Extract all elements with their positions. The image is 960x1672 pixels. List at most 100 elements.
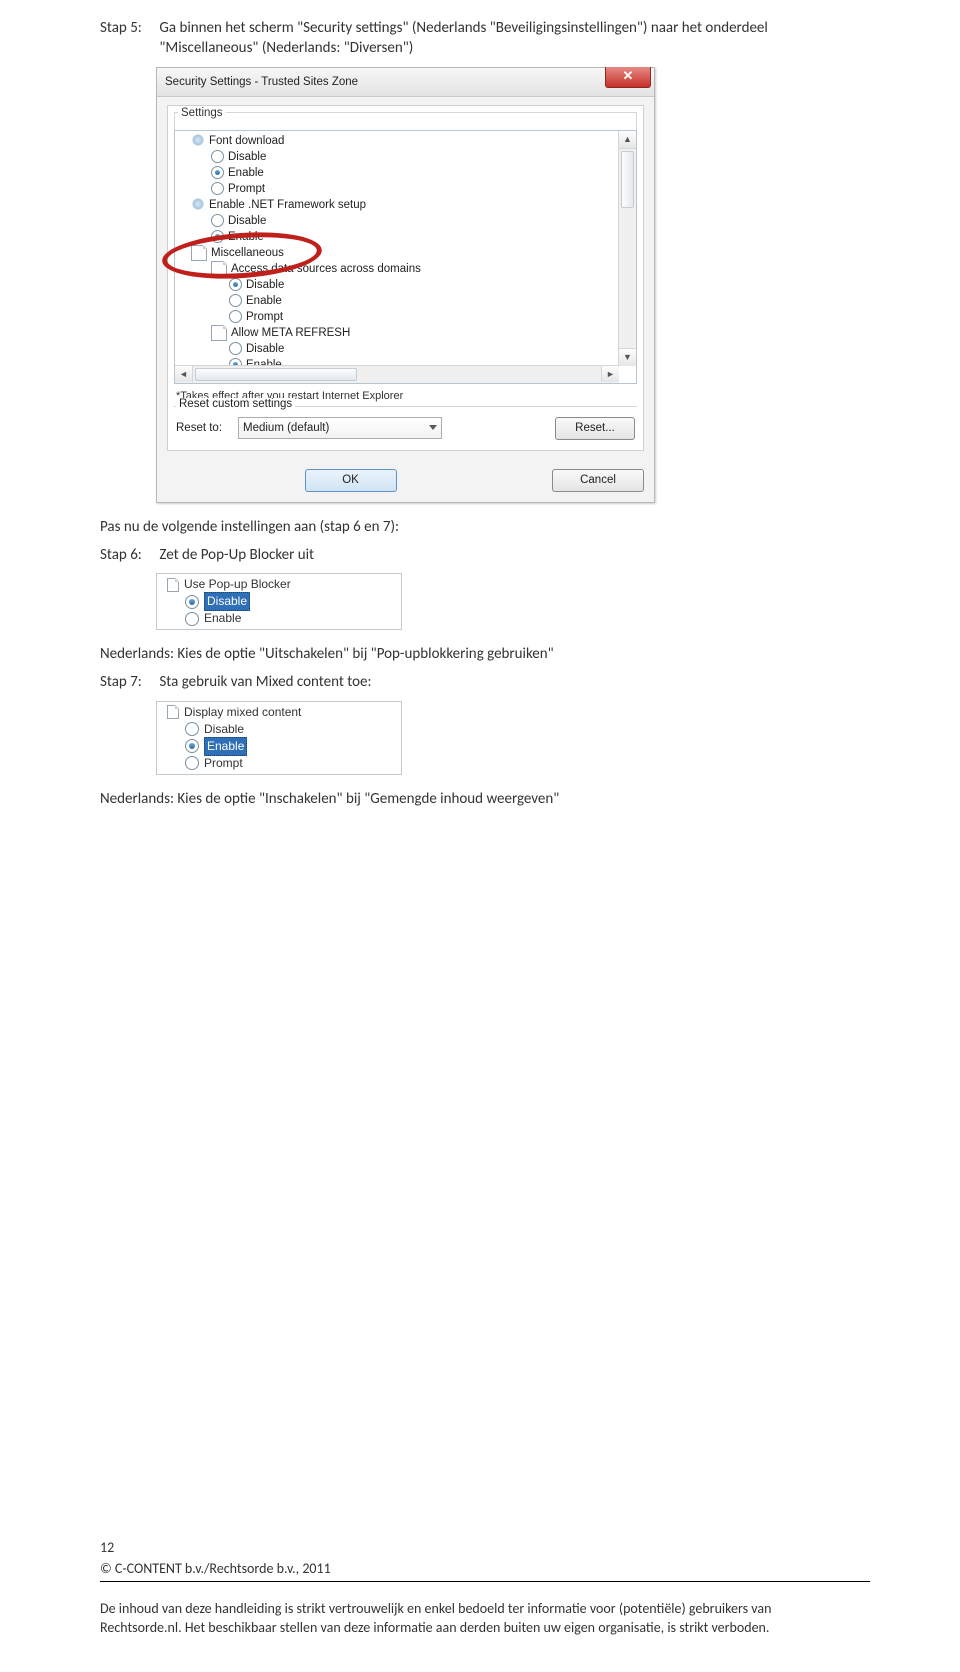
radio-icon: [211, 166, 224, 179]
tree-label: Enable: [228, 165, 264, 181]
tree-option-disable[interactable]: Disable: [211, 213, 636, 229]
cancel-button[interactable]: Cancel: [552, 469, 644, 492]
snippet-header: Use Pop-up Blocker: [167, 576, 399, 593]
snippet-option-disable[interactable]: Disable: [185, 721, 399, 738]
scroll-thumb[interactable]: [621, 151, 634, 208]
snippet-option-prompt[interactable]: Prompt: [185, 755, 399, 772]
snippet-option-label: Disable: [204, 592, 250, 611]
tree-allow-meta: Allow META REFRESH: [211, 325, 636, 341]
ok-button-label: OK: [342, 474, 359, 486]
radio-icon: [211, 150, 224, 163]
tree-content: Font download Disable Enable Prompt Enab…: [175, 131, 636, 384]
page-number: 12: [100, 1539, 870, 1558]
snippet-option-enable[interactable]: Enable: [185, 738, 399, 755]
settings-group-text: Settings: [178, 107, 226, 119]
settings-group-label: Settings: [174, 112, 637, 130]
settings-tree: Font download Disable Enable Prompt Enab…: [174, 130, 637, 384]
snippet-option-disable[interactable]: Disable: [185, 593, 399, 610]
disclaimer-line2: Rechtsorde.nl. Het beschikbaar stellen v…: [100, 1619, 769, 1636]
scroll-hthumb[interactable]: [195, 368, 357, 381]
tree-label: Enable: [228, 229, 264, 245]
step7: Stap 7: Sta gebruik van Mixed content to…: [100, 672, 870, 692]
scroll-left-icon[interactable]: ◄: [175, 366, 193, 382]
radio-icon: [229, 310, 242, 323]
radio-icon: [185, 756, 199, 770]
step6-label: Stap 6:: [100, 545, 156, 565]
reset-button-label: Reset...: [575, 422, 615, 434]
copyright: © C-CONTENT b.v./Rechtsorde b.v., 2011: [100, 1560, 870, 1582]
tree-label: Disable: [228, 149, 266, 165]
scroll-right-icon[interactable]: ►: [601, 366, 619, 382]
page-footer: 12 © C-CONTENT b.v./Rechtsorde b.v., 201…: [100, 1539, 870, 1638]
cancel-button-label: Cancel: [580, 474, 616, 486]
disclaimer-line1: De inhoud van deze handleiding is strikt…: [100, 1600, 771, 1617]
vertical-scrollbar[interactable]: ▲ ▼: [618, 131, 636, 366]
step5-line1: Ga binnen het scherm "Security settings"…: [159, 19, 767, 37]
step6: Stap 6: Zet de Pop-Up Blocker uit: [100, 545, 870, 565]
reset-to-label: Reset to:: [176, 422, 238, 434]
tree-label: Miscellaneous: [211, 245, 284, 261]
dialog-body: Settings Font download Disable Enable Pr…: [167, 105, 644, 451]
step5-line2: "Miscellaneous" (Nederlands: "Diversen"): [159, 39, 413, 57]
radio-icon: [211, 182, 224, 195]
gear-icon: [191, 134, 205, 148]
tree-net-framework: Enable .NET Framework setup: [191, 197, 636, 213]
snippet-option-enable[interactable]: Enable: [185, 610, 399, 627]
snippet-option-label: Enable: [204, 610, 241, 627]
ok-button[interactable]: OK: [305, 469, 397, 492]
step7-note: Nederlands: Kies de optie "Inschakelen" …: [100, 789, 870, 809]
tree-option-enable[interactable]: Enable: [211, 165, 636, 181]
mixed-content-snippet: Display mixed content Disable Enable Pro…: [156, 701, 402, 775]
scroll-down-icon[interactable]: ▼: [619, 348, 636, 366]
scroll-up-icon[interactable]: ▲: [619, 131, 636, 149]
tree-label: Font download: [209, 133, 284, 149]
page-icon: [191, 245, 207, 261]
tree-option-prompt[interactable]: Prompt: [229, 309, 636, 325]
snippet-option-label: Prompt: [204, 755, 243, 772]
step6-note: Nederlands: Kies de optie "Uitschakelen"…: [100, 644, 870, 664]
page-icon: [167, 578, 179, 592]
tree-option-disable[interactable]: Disable: [229, 277, 636, 293]
disclaimer: De inhoud van deze handleiding is strikt…: [100, 1600, 870, 1638]
gear-icon: [191, 198, 205, 212]
snippet-header: Display mixed content: [167, 704, 399, 721]
tree-option-enable[interactable]: Enable: [229, 293, 636, 309]
snippet-option-label: Disable: [204, 721, 244, 738]
step7-text: Sta gebruik van Mixed content toe:: [159, 672, 849, 692]
tree-label: Enable .NET Framework setup: [209, 197, 366, 213]
tree-option-enable[interactable]: Enable: [211, 229, 636, 245]
tree-option-disable[interactable]: Disable: [229, 341, 636, 357]
step7-label: Stap 7:: [100, 672, 156, 692]
tree-label: Disable: [246, 341, 284, 357]
tree-label: Disable: [246, 277, 284, 293]
step5-text: Ga binnen het scherm "Security settings"…: [159, 18, 849, 59]
reset-group: Reset custom settings Reset to: Medium (…: [174, 406, 637, 450]
tree-miscellaneous: Miscellaneous: [191, 245, 636, 261]
radio-icon: [185, 739, 199, 753]
dialog-title: Security Settings - Trusted Sites Zone: [165, 76, 358, 88]
dialog-button-row: OK Cancel: [157, 461, 654, 502]
reset-level-combo[interactable]: Medium (default): [238, 417, 442, 439]
tree-access-data: Access data sources across domains: [211, 261, 636, 277]
tree-label: Prompt: [228, 181, 265, 197]
step6-text: Zet de Pop-Up Blocker uit: [159, 545, 849, 565]
horizontal-scrollbar[interactable]: ◄ ►: [175, 365, 619, 383]
tree-label: Access data sources across domains: [231, 261, 421, 277]
popup-blocker-snippet: Use Pop-up Blocker Disable Enable: [156, 573, 402, 630]
radio-icon: [229, 294, 242, 307]
tree-option-disable[interactable]: Disable: [211, 149, 636, 165]
step5: Stap 5: Ga binnen het scherm "Security s…: [100, 18, 870, 59]
close-button[interactable]: ✕: [605, 67, 651, 88]
tree-font-download: Font download: [191, 133, 636, 149]
tree-label: Prompt: [246, 309, 283, 325]
radio-icon: [185, 612, 199, 626]
tree-option-prompt[interactable]: Prompt: [211, 181, 636, 197]
step5-label: Stap 5:: [100, 18, 156, 38]
instruction-paragraph: Pas nu de volgende instellingen aan (sta…: [100, 517, 870, 537]
reset-button[interactable]: Reset...: [555, 417, 635, 440]
snippet-header-label: Display mixed content: [184, 704, 301, 721]
radio-icon: [229, 278, 242, 291]
page-icon: [211, 325, 227, 341]
page-icon: [211, 261, 227, 277]
dialog-titlebar: Security Settings - Trusted Sites Zone ✕: [157, 68, 654, 97]
